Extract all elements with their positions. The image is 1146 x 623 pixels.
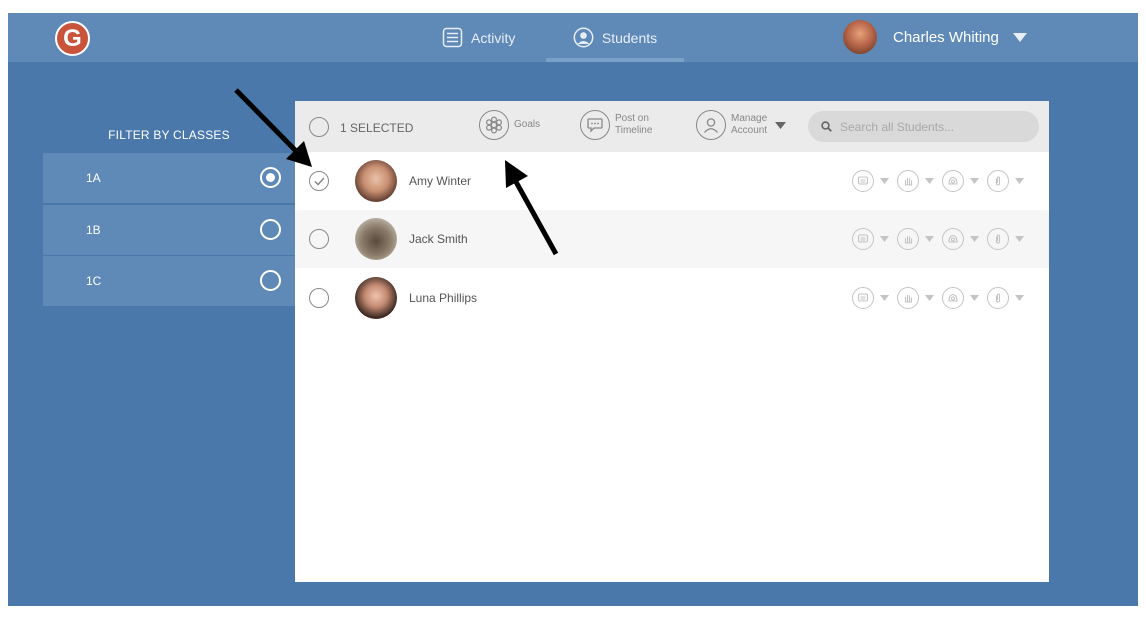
message-icon — [852, 170, 874, 192]
hand-icon — [897, 170, 919, 192]
message-action[interactable] — [852, 287, 889, 309]
chevron-down-icon — [970, 295, 979, 301]
chevron-down-icon — [1012, 32, 1027, 42]
top-navigation-bar: G Activity Students Charles Whiting — [8, 13, 1138, 62]
class-radio[interactable] — [260, 167, 281, 188]
class-label: 1C — [86, 274, 102, 288]
badge-icon — [942, 287, 964, 309]
user-avatar — [843, 20, 877, 54]
student-row[interactable]: Jack Smith — [295, 210, 1049, 268]
attachment-action[interactable] — [987, 228, 1024, 250]
hand-action[interactable] — [897, 228, 934, 250]
class-label: 1A — [86, 171, 101, 185]
user-circle-icon — [573, 27, 594, 48]
app-window: G Activity Students Charles Whiting FILT… — [8, 13, 1138, 606]
chevron-down-icon — [970, 236, 979, 242]
badge-icon — [942, 228, 964, 250]
student-name[interactable]: Jack Smith — [409, 232, 468, 246]
select-all-checkbox[interactable] — [309, 117, 329, 137]
class-radio[interactable] — [260, 270, 281, 291]
user-name: Charles Whiting — [893, 28, 999, 46]
tab-students[interactable]: Students — [546, 13, 684, 62]
student-checkbox[interactable] — [309, 171, 329, 191]
class-radio[interactable] — [260, 219, 281, 240]
badge-icon — [942, 170, 964, 192]
manage-label-line1: Manage — [731, 113, 768, 124]
chevron-down-icon — [925, 178, 934, 184]
search-input[interactable] — [840, 119, 1030, 134]
goals-label: Goals — [514, 119, 541, 130]
tab-activity-label: Activity — [471, 29, 516, 46]
hand-action[interactable] — [897, 170, 934, 192]
message-action[interactable] — [852, 170, 889, 192]
tab-activity[interactable]: Activity — [442, 13, 515, 62]
student-name[interactable]: Luna Phillips — [409, 291, 477, 305]
row-actions — [852, 170, 1032, 192]
class-filter-1a[interactable]: 1A — [43, 153, 295, 203]
checkmark-icon — [313, 176, 325, 186]
filter-title: FILTER BY CLASSES — [108, 128, 230, 142]
class-filter-1c[interactable]: 1C — [43, 256, 295, 306]
user-outline-icon — [696, 110, 726, 140]
class-label: 1B — [86, 223, 101, 237]
bulk-action-toolbar: 1 SELECTED Goals Post on Timeline Manage… — [295, 101, 1049, 152]
message-icon — [852, 287, 874, 309]
chevron-down-icon — [925, 236, 934, 242]
badge-action[interactable] — [942, 287, 979, 309]
manage-account-button[interactable]: Manage Account — [696, 110, 787, 140]
chevron-down-icon — [925, 295, 934, 301]
paperclip-icon — [987, 228, 1009, 250]
student-avatar — [355, 218, 397, 260]
tab-students-label: Students — [601, 29, 658, 46]
chevron-down-icon — [880, 178, 889, 184]
chevron-down-icon — [970, 178, 979, 184]
flower-icon — [479, 110, 509, 140]
row-actions — [852, 287, 1032, 309]
student-row[interactable]: Amy Winter — [295, 152, 1049, 210]
app-logo[interactable]: G — [55, 21, 90, 56]
student-checkbox[interactable] — [309, 288, 329, 308]
student-row[interactable]: Luna Phillips — [295, 269, 1049, 327]
chevron-down-icon[interactable] — [775, 121, 787, 129]
badge-action[interactable] — [942, 228, 979, 250]
post-on-timeline-button[interactable]: Post on Timeline — [580, 110, 652, 140]
student-name[interactable]: Amy Winter — [409, 174, 471, 188]
class-filter-1b[interactable]: 1B — [43, 205, 295, 255]
active-tab-indicator — [546, 58, 684, 62]
user-menu[interactable]: Charles Whiting — [843, 18, 1027, 56]
student-avatar — [355, 160, 397, 202]
hand-icon — [897, 287, 919, 309]
hand-icon — [897, 228, 919, 250]
message-icon — [852, 228, 874, 250]
attachment-action[interactable] — [987, 287, 1024, 309]
chevron-down-icon — [880, 236, 889, 242]
student-avatar — [355, 277, 397, 319]
manage-label-line2: Account — [731, 125, 768, 136]
chevron-down-icon — [1015, 178, 1024, 184]
chevron-down-icon — [880, 295, 889, 301]
chat-bubble-icon — [580, 110, 610, 140]
paperclip-icon — [987, 287, 1009, 309]
badge-action[interactable] — [942, 170, 979, 192]
row-actions — [852, 228, 1032, 250]
post-label-line2: Timeline — [615, 125, 653, 136]
chevron-down-icon — [1015, 236, 1024, 242]
student-checkbox[interactable] — [309, 229, 329, 249]
hand-action[interactable] — [897, 287, 934, 309]
attachment-action[interactable] — [987, 170, 1024, 192]
goals-button[interactable]: Goals — [479, 110, 540, 140]
students-panel: 1 SELECTED Goals Post on Timeline Manage… — [295, 101, 1049, 582]
search-icon — [821, 121, 832, 132]
selected-count: 1 SELECTED — [340, 121, 414, 135]
message-action[interactable] — [852, 228, 889, 250]
chevron-down-icon — [1015, 295, 1024, 301]
post-label-line1: Post on — [615, 113, 649, 124]
search-box[interactable] — [808, 111, 1039, 142]
paperclip-icon — [987, 170, 1009, 192]
list-icon — [442, 27, 463, 48]
